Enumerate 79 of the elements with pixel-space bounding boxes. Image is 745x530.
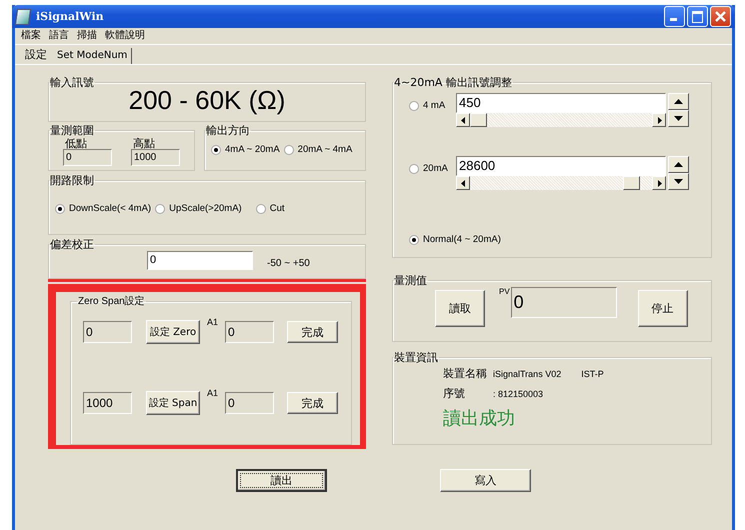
close-button[interactable] [710, 6, 731, 27]
input-field[interactable]: 28600 [456, 156, 666, 176]
menu-item[interactable]: 軟體說明 [105, 29, 145, 43]
radio-button[interactable]: 20mA [399, 163, 450, 174]
input-field[interactable]: 450 [456, 93, 666, 113]
spin-up-button[interactable] [668, 93, 689, 110]
group-title: 4~20mA 輸出訊號調整 [393, 76, 513, 89]
group-title: Zero Span設定 [77, 295, 146, 308]
info-value: iSignalTrans V02 [493, 369, 562, 379]
radio-button[interactable]: 4 mA [399, 100, 450, 111]
info-label: 裝置名稱 [443, 366, 487, 381]
info-label: 序號 [443, 386, 466, 401]
group-title: 開路限制 [49, 174, 95, 187]
field-label: 低點 [64, 138, 88, 149]
channel-label: A1 [206, 317, 219, 327]
group-title: 裝置資訊 [393, 351, 439, 364]
minimize-button[interactable] [664, 6, 685, 27]
input-field[interactable]: 0 [83, 321, 132, 343]
input-field[interactable]: 0 [63, 149, 112, 166]
set-button[interactable]: 設定 Span [146, 391, 200, 415]
radio-button[interactable]: 4mA ~ 20mA [211, 144, 280, 155]
group-title: 輸出方向 [205, 124, 251, 137]
input-field[interactable]: 1000 [131, 149, 180, 166]
triangle-up-icon [674, 99, 683, 104]
input-field[interactable]: 0 [225, 392, 274, 414]
scroll-thumb[interactable] [622, 176, 640, 190]
spin-down-button[interactable] [668, 110, 689, 127]
tab[interactable]: Set ModeNum [53, 48, 132, 64]
radio-button[interactable]: Normal(4 ~ 20mA) [409, 234, 705, 245]
radio-button[interactable]: UpScale(>20mA) [155, 203, 242, 214]
scroll-right-button[interactable] [652, 113, 666, 127]
field-label: 高點 [132, 138, 156, 149]
triangle-right-icon [656, 116, 662, 124]
action-button[interactable]: 寫入 [440, 469, 531, 492]
menu-item[interactable]: 掃描 [77, 29, 97, 43]
stop-button[interactable]: 停止 [638, 290, 688, 327]
group-title: 輸入訊號 [49, 76, 95, 89]
triangle-right-icon [656, 180, 662, 186]
signal-range-text: 200 - 60K (Ω) [128, 87, 286, 113]
triangle-down-icon [674, 116, 683, 121]
action-button[interactable]: 讀出 [236, 469, 327, 492]
read-button[interactable]: 讀取 [435, 290, 485, 327]
menu-item[interactable]: 語言 [49, 29, 69, 43]
info-value: : 812150003 [493, 389, 544, 399]
scroll-left-button[interactable] [456, 113, 470, 127]
radio-button[interactable]: DownScale(< 4mA) [55, 203, 152, 214]
triangle-left-icon [460, 116, 466, 124]
scroll-left-button[interactable] [456, 176, 470, 190]
menu-item[interactable]: 檔案 [21, 29, 41, 43]
group-title: 偏差校正 [49, 238, 95, 251]
range-hint: -50 ~ +50 [267, 258, 310, 270]
pv-field[interactable]: 0 [510, 287, 617, 318]
radio-button[interactable]: 20mA ~ 4mA [284, 144, 352, 155]
scrollbar[interactable] [456, 113, 666, 127]
channel-label: A1 [206, 388, 219, 398]
maximize-button[interactable] [687, 6, 708, 27]
pv-label: PV [499, 287, 510, 296]
info-value: IST-P [581, 369, 604, 379]
notepad-icon [14, 8, 32, 24]
input-field[interactable]: 1000 [83, 392, 132, 414]
radio-button[interactable]: Cut [256, 203, 285, 214]
triangle-down-icon [674, 179, 683, 184]
spin-up-button[interactable] [668, 156, 689, 173]
triangle-left-icon [460, 180, 466, 186]
done-button[interactable]: 完成 [287, 392, 338, 414]
input-field[interactable]: 0 [147, 251, 253, 270]
spin-down-button[interactable] [668, 173, 689, 190]
window-title: iSignalWin [36, 10, 105, 23]
group-title: 量測範圍 [49, 124, 95, 137]
done-button[interactable]: 完成 [287, 321, 338, 343]
status-message: 讀出成功 [442, 407, 516, 430]
input-field[interactable]: 0 [225, 321, 274, 343]
scroll-right-button[interactable] [652, 176, 666, 190]
scrollbar[interactable] [456, 176, 666, 190]
set-button[interactable]: 設定 Zero [146, 320, 200, 344]
triangle-up-icon [674, 162, 683, 167]
group-title: 量測值 [393, 274, 428, 287]
tab[interactable]: 設定 [23, 48, 53, 64]
scroll-thumb[interactable] [470, 113, 487, 127]
